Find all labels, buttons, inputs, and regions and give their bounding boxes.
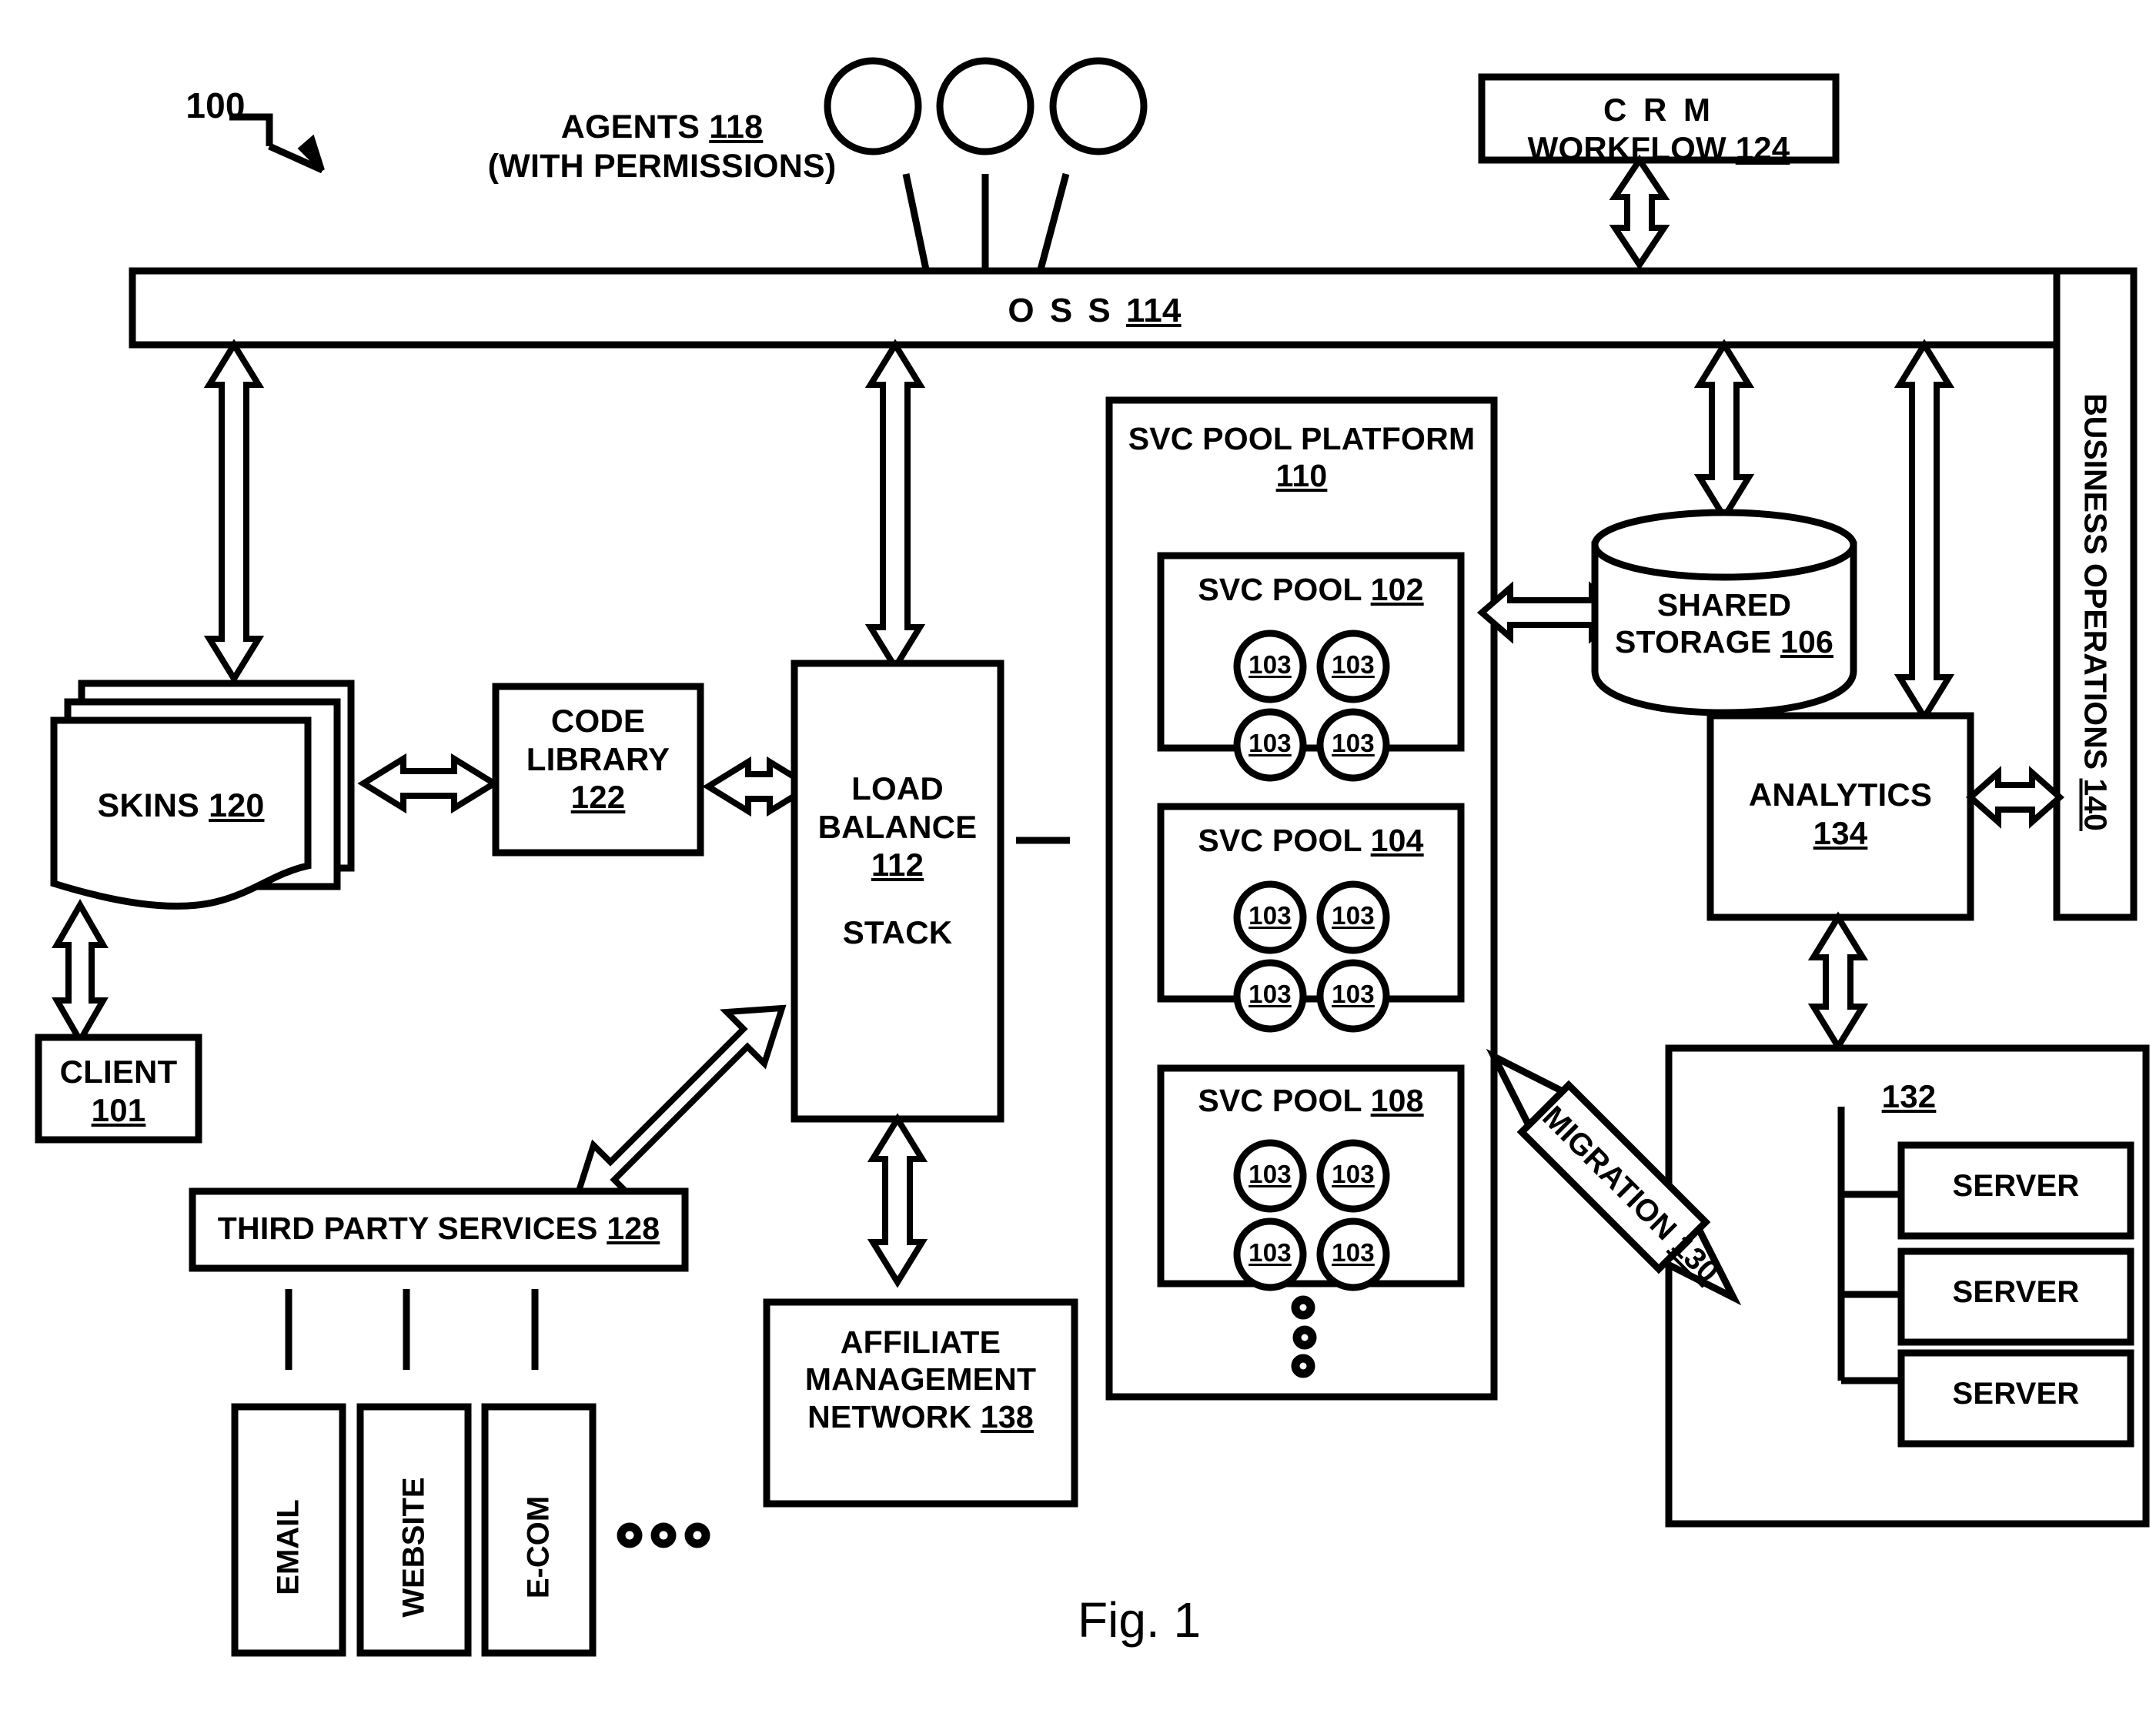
shared-storage-line1: SHARED [1656, 587, 1792, 623]
agents-permissions-text: (WITH PERMISSIONS) [487, 147, 837, 185]
oss-ref: 114 [1126, 292, 1182, 329]
arrow-oss-to-analytics [1894, 339, 1955, 723]
skins-label-text: SKINS [97, 787, 209, 824]
agents-ref: 118 [709, 109, 764, 145]
oss-label-text: O S S [1008, 292, 1126, 329]
analytics-ref: 134 [1813, 814, 1868, 851]
svc-node-label-102-3: 103 [1248, 729, 1292, 757]
svc-pool-text-108: SVC POOL [1198, 1083, 1371, 1118]
arrow-oss-to-shared-storage [1693, 339, 1755, 523]
third-party-ellipsis-dot-2 [650, 1522, 677, 1548]
agent-circle-3 [1049, 57, 1148, 155]
arrow-oss-to-skins [203, 339, 265, 685]
business-operations-text: BUSINESS OPERATIONS [2077, 393, 2114, 779]
agents-label-text: AGENTS [560, 109, 710, 145]
shared-storage-label: SHARED STORAGE 106 [1595, 586, 1853, 661]
svc-node-label-104-4: 103 [1332, 980, 1375, 1008]
third-party-services-ref: 128 [607, 1211, 660, 1246]
third-party-item-label-2: WEBSITE [396, 1477, 431, 1618]
system-ref-label: 100 [186, 85, 246, 125]
code-library-label: CODE LIBRARY 122 [496, 702, 700, 817]
skins-ref: 120 [209, 787, 265, 824]
business-operations-label: BUSINESS OPERATIONS 140 [2077, 320, 2114, 905]
svc-pool-ref-108: 108 [1370, 1083, 1424, 1118]
svc-pool-platform-ref: 110 [1275, 458, 1328, 494]
arrow-third-party-to-load-balance [571, 1004, 787, 1204]
svc-node-label-102-2: 103 [1332, 650, 1375, 679]
crm-workflow-line1: C R M [1603, 92, 1714, 128]
affiliate-network-label: AFFILIATE MANAGEMENT NETWORK 138 [767, 1324, 1075, 1435]
arrow-oss-to-load-balance [864, 339, 926, 673]
patent-figure-canvas: 100 AGENTS 118 (WITH PERMISSIONS) C R M … [0, 0, 2156, 1710]
agents-label: AGENTS 118 (WITH PERMISSIONS) [477, 108, 847, 185]
arrow-analytics-to-business-ops [1965, 766, 2065, 829]
third-party-ellipsis-dot-1 [617, 1522, 643, 1548]
third-party-ellipsis-dot-3 [684, 1522, 710, 1548]
analytics-label: ANALYTICS 134 [1710, 776, 1970, 852]
third-party-services-text: THIRD PARTY SERVICES [217, 1211, 607, 1246]
crm-workflow-label: C R M WORKFLOW 124 [1482, 91, 1836, 167]
svc-node-label-108-3: 103 [1248, 1238, 1292, 1267]
agent-circle-2 [936, 57, 1035, 155]
affiliate-network-line1: AFFILIATE [840, 1324, 1001, 1360]
shared-storage-line2: STORAGE [1614, 624, 1780, 660]
svc-node-label-108-4: 103 [1332, 1238, 1375, 1267]
skins-label: SKINS 120 [54, 787, 308, 826]
diagram-artwork [35, 57, 2150, 1657]
svc-node-label-102-4: 103 [1332, 729, 1375, 757]
svc-pool-platform-text: SVC POOL PLATFORM [1128, 421, 1476, 456]
arrow-load-balance-to-affiliate [867, 1113, 928, 1288]
code-library-line2: LIBRARY [526, 740, 670, 777]
svc-pool-text-104: SVC POOL [1198, 823, 1371, 858]
oss-label: O S S 114 [902, 291, 1287, 331]
agent-stem-1 [902, 173, 930, 270]
analytics-text: ANALYTICS [1748, 777, 1933, 813]
third-party-item-label-3: E-COM [521, 1495, 556, 1599]
load-balance-label: LOAD BALANCE 112 STACK [794, 770, 1001, 951]
server-group-ref: 132 [1881, 1078, 1937, 1114]
svc-pool-label-102: SVC POOL 102 [1161, 571, 1461, 608]
arrow-crm-to-oss [1609, 154, 1670, 271]
svc-node-label-104-1: 103 [1248, 901, 1292, 930]
load-balance-line2: BALANCE [817, 808, 978, 845]
crm-workflow-line2: WORKFLOW [1527, 129, 1736, 166]
svc-node-label-104-3: 103 [1248, 980, 1292, 1008]
svc-node-label-104-2: 103 [1332, 901, 1375, 930]
affiliate-network-ref: 138 [980, 1398, 1034, 1434]
load-balance-line1: LOAD [851, 770, 944, 807]
server-label-1: SERVER [1952, 1169, 2080, 1203]
svc-pool-label-108: SVC POOL 108 [1161, 1082, 1461, 1119]
svc-node-label-102-1: 103 [1248, 650, 1292, 679]
server-label-2: SERVER [1952, 1275, 2080, 1309]
svc-pool-text-102: SVC POOL [1198, 572, 1371, 607]
client-label: CLIENT 101 [38, 1053, 199, 1129]
third-party-item-label-1: EMAIL [271, 1499, 306, 1595]
svc-pool-label-104: SVC POOL 104 [1161, 822, 1461, 859]
agent-stem-3 [1037, 172, 1070, 271]
svc-node-label-108-2: 103 [1332, 1160, 1375, 1188]
arrow-skins-to-client [52, 898, 109, 1047]
figure-caption: Fig. 1 [1078, 1592, 1202, 1648]
load-balance-line3: STACK [842, 913, 953, 950]
arrow-analytics-to-server-group [1807, 911, 1869, 1053]
shared-storage-ref: 106 [1780, 624, 1833, 660]
code-library-line1: CODE [550, 703, 646, 739]
server-label-3: SERVER [1952, 1377, 2080, 1411]
arrow-skins-to-code-library [357, 753, 500, 814]
svc-node-label-108-1: 103 [1248, 1160, 1292, 1188]
client-label-text: CLIENT [59, 1054, 178, 1090]
third-party-services-label: THIRD PARTY SERVICES 128 [192, 1210, 685, 1247]
svc-pool-platform-label: SVC POOL PLATFORM 110 [1109, 420, 1494, 495]
affiliate-network-line3: NETWORK [807, 1398, 981, 1434]
crm-workflow-ref: 124 [1735, 129, 1790, 166]
business-operations-ref: 140 [2077, 778, 2114, 831]
svc-pool-ref-104: 104 [1370, 823, 1424, 858]
code-library-ref: 122 [570, 779, 626, 816]
client-ref: 101 [91, 1091, 146, 1128]
affiliate-network-line2: MANAGEMENT [804, 1361, 1037, 1398]
load-balance-ref: 112 [871, 847, 924, 883]
svc-pool-ref-102: 102 [1370, 572, 1424, 607]
